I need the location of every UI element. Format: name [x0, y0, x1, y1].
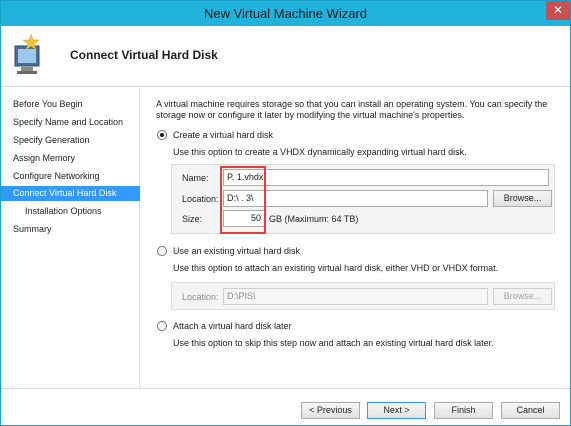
nav-item-specify-name-and-location[interactable]: Specify Name and Location — [1, 115, 140, 130]
location-label: Location: — [182, 194, 219, 204]
nav-item-configure-networking[interactable]: Configure Networking — [1, 169, 140, 184]
nav-item-connect-virtual-hard-disk[interactable]: Connect Virtual Hard Disk — [1, 186, 140, 201]
browse-location-button[interactable]: Browse... — [493, 190, 552, 207]
close-icon: ✕ — [552, 3, 564, 17]
nav-item-installation-options[interactable]: Installation Options — [1, 204, 140, 219]
nav-item-specify-generation[interactable]: Specify Generation — [1, 133, 140, 148]
previous-button[interactable]: < Previous — [301, 402, 360, 419]
finish-button[interactable]: Finish — [434, 402, 493, 419]
existing-disk-group: Location: D:\PIS\ Browse... — [171, 282, 555, 310]
create-disk-radio[interactable] — [157, 130, 167, 140]
red-highlight-box — [220, 166, 266, 234]
attach-later-description: Use this option to skip this step now an… — [173, 338, 494, 348]
wizard-header: Connect Virtual Hard Disk — [1, 26, 570, 87]
wizard-window: New Virtual Machine Wizard ✕ Connect Vir… — [0, 0, 571, 426]
existing-location-input[interactable]: D:\PIS\ — [223, 288, 488, 305]
existing-location-label: Location: — [182, 292, 219, 302]
attach-later-radio[interactable] — [157, 321, 167, 331]
nav-item-assign-memory[interactable]: Assign Memory — [1, 151, 140, 166]
next-button[interactable]: Next > — [367, 402, 426, 419]
intro-text: A virtual machine requires storage so th… — [156, 99, 548, 120]
nav-item-before-you-begin[interactable]: Before You Begin — [1, 97, 140, 112]
name-label: Name: — [182, 173, 209, 183]
size-suffix: GB (Maximum: 64 TB) — [269, 214, 359, 224]
name-input[interactable]: ​P. 1.vhdx — [223, 169, 549, 186]
create-disk-description: Use this option to create a VHDX dynamic… — [173, 147, 467, 157]
existing-disk-label[interactable]: Use an existing virtual hard disk — [173, 246, 300, 256]
attach-later-label[interactable]: Attach a virtual hard disk later — [173, 321, 292, 331]
wizard-footer: < Previous Next > Finish Cancel — [1, 388, 570, 425]
nav-item-summary[interactable]: Summary — [1, 222, 140, 237]
virtual-machine-wizard-icon — [14, 33, 40, 74]
existing-disk-description: Use this option to attach an existing vi… — [173, 263, 499, 273]
cancel-button[interactable]: Cancel — [501, 402, 560, 419]
browse-existing-button[interactable]: Browse... — [493, 288, 552, 305]
wizard-content: A virtual machine requires storage so th… — [141, 88, 570, 388]
size-label: Size: — [182, 214, 203, 224]
title-bar: New Virtual Machine Wizard ✕ — [1, 1, 570, 26]
window-title: New Virtual Machine Wizard — [203, 6, 368, 21]
page-title: Connect Virtual Hard Disk — [70, 48, 218, 62]
close-button[interactable]: ✕ — [546, 1, 570, 20]
create-disk-label[interactable]: Create a virtual hard disk — [173, 130, 273, 140]
wizard-steps-nav: Before You Begin Specify Name and Locati… — [1, 88, 140, 388]
existing-disk-radio[interactable] — [157, 246, 167, 256]
